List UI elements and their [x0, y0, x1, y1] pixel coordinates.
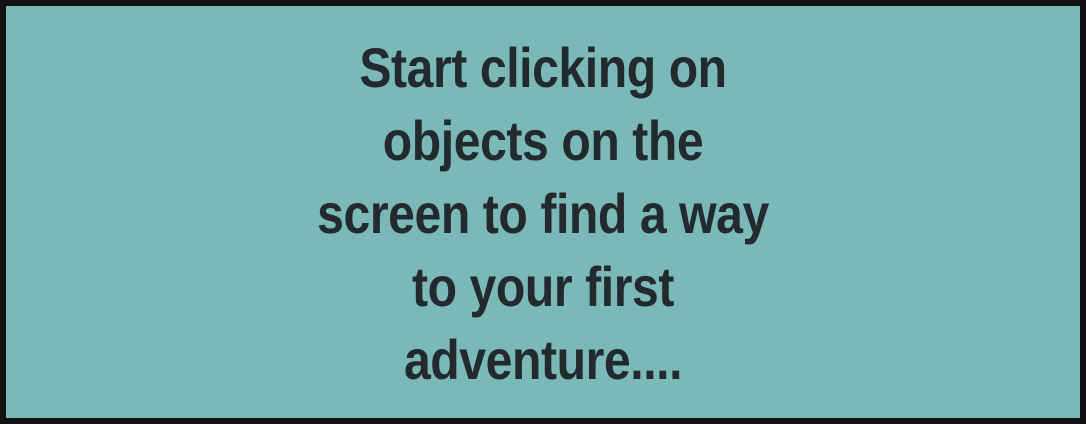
instruction-text: Start clicking on objects on the screen … [216, 29, 870, 396]
instruction-line: to your first [412, 254, 674, 318]
instruction-panel: Start clicking on objects on the screen … [0, 0, 1086, 424]
instruction-line: screen to find a way [317, 181, 769, 245]
instruction-line: Start clicking on [359, 35, 727, 99]
instruction-line: objects on the [382, 108, 704, 172]
instruction-line: adventure.... [403, 327, 683, 391]
